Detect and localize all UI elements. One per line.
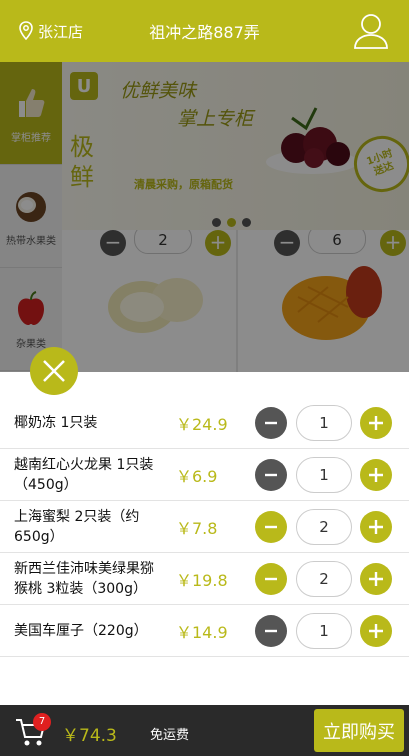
cart-item: 美国车厘子（220g） ￥14.9 1 bbox=[0, 605, 409, 657]
cart-sheet: 椰奶冻 1只装 ￥24.9 1 越南红心火龙果 1只装（450g） ￥6.9 1… bbox=[0, 372, 409, 705]
item-price: ￥24.9 bbox=[176, 414, 228, 434]
increase-button[interactable] bbox=[360, 406, 392, 439]
plus-icon bbox=[369, 415, 383, 430]
quantity-field[interactable]: 1 bbox=[296, 404, 352, 441]
quantity-field[interactable]: 1 bbox=[296, 456, 352, 493]
cart-total: ￥74.3 bbox=[62, 726, 117, 746]
decrease-button[interactable] bbox=[255, 562, 287, 595]
store-name: 张江店 bbox=[38, 22, 84, 41]
user-icon bbox=[354, 14, 388, 49]
plus-icon bbox=[369, 623, 383, 638]
modal-backdrop[interactable] bbox=[0, 62, 409, 372]
minus-icon bbox=[265, 577, 277, 580]
item-price: ￥14.9 bbox=[176, 622, 228, 642]
decrease-button[interactable] bbox=[255, 458, 287, 491]
minus-icon bbox=[265, 525, 277, 528]
increase-button[interactable] bbox=[360, 458, 392, 491]
item-name: 新西兰佳沛味美绿果猕猴桃 3粒装（300g） bbox=[14, 560, 154, 597]
location-pin-icon bbox=[19, 21, 33, 41]
cart-item: 越南红心火龙果 1只装（450g） ￥6.9 1 bbox=[0, 449, 409, 501]
minus-icon bbox=[265, 473, 277, 476]
plus-icon bbox=[369, 571, 383, 586]
quantity-field[interactable]: 2 bbox=[296, 560, 352, 597]
cart-item: 上海蜜梨 2只装（约650g） ￥7.8 2 bbox=[0, 501, 409, 553]
user-profile-button[interactable] bbox=[353, 12, 389, 54]
cart-count-badge: 7 bbox=[33, 713, 51, 731]
checkout-bar: 7 ￥74.3 免运费 立即购买 bbox=[0, 705, 409, 756]
item-price: ￥19.8 bbox=[176, 570, 228, 590]
buy-now-button[interactable]: 立即购买 bbox=[314, 709, 404, 752]
item-name: 椰奶冻 1只装 bbox=[14, 414, 98, 431]
increase-button[interactable] bbox=[360, 510, 392, 543]
minus-icon bbox=[265, 629, 277, 632]
minus-icon bbox=[265, 421, 277, 424]
item-price: ￥6.9 bbox=[176, 466, 218, 486]
plus-icon bbox=[369, 467, 383, 482]
plus-icon bbox=[369, 519, 383, 534]
decrease-button[interactable] bbox=[255, 406, 287, 439]
quantity-field[interactable]: 1 bbox=[296, 612, 352, 649]
increase-button[interactable] bbox=[360, 614, 392, 647]
decrease-button[interactable] bbox=[255, 510, 287, 543]
item-name: 上海蜜梨 2只装（约650g） bbox=[14, 508, 140, 545]
shipping-note: 免运费 bbox=[150, 728, 190, 743]
cart-item: 椰奶冻 1只装 ￥24.9 1 bbox=[0, 397, 409, 449]
item-name: 越南红心火龙果 1只装（450g） bbox=[14, 456, 154, 493]
increase-button[interactable] bbox=[360, 562, 392, 595]
item-name: 美国车厘子（220g） bbox=[14, 622, 148, 639]
store-selector[interactable]: 张江店 bbox=[18, 21, 83, 42]
close-icon bbox=[43, 360, 65, 382]
top-bar: 张江店 祖冲之路887弄 bbox=[0, 0, 409, 62]
quantity-field[interactable]: 2 bbox=[296, 508, 352, 545]
item-price: ￥7.8 bbox=[176, 518, 218, 538]
cart-item: 新西兰佳沛味美绿果猕猴桃 3粒装（300g） ￥19.8 2 bbox=[0, 553, 409, 605]
close-cart-button[interactable] bbox=[30, 347, 78, 395]
decrease-button[interactable] bbox=[255, 614, 287, 647]
